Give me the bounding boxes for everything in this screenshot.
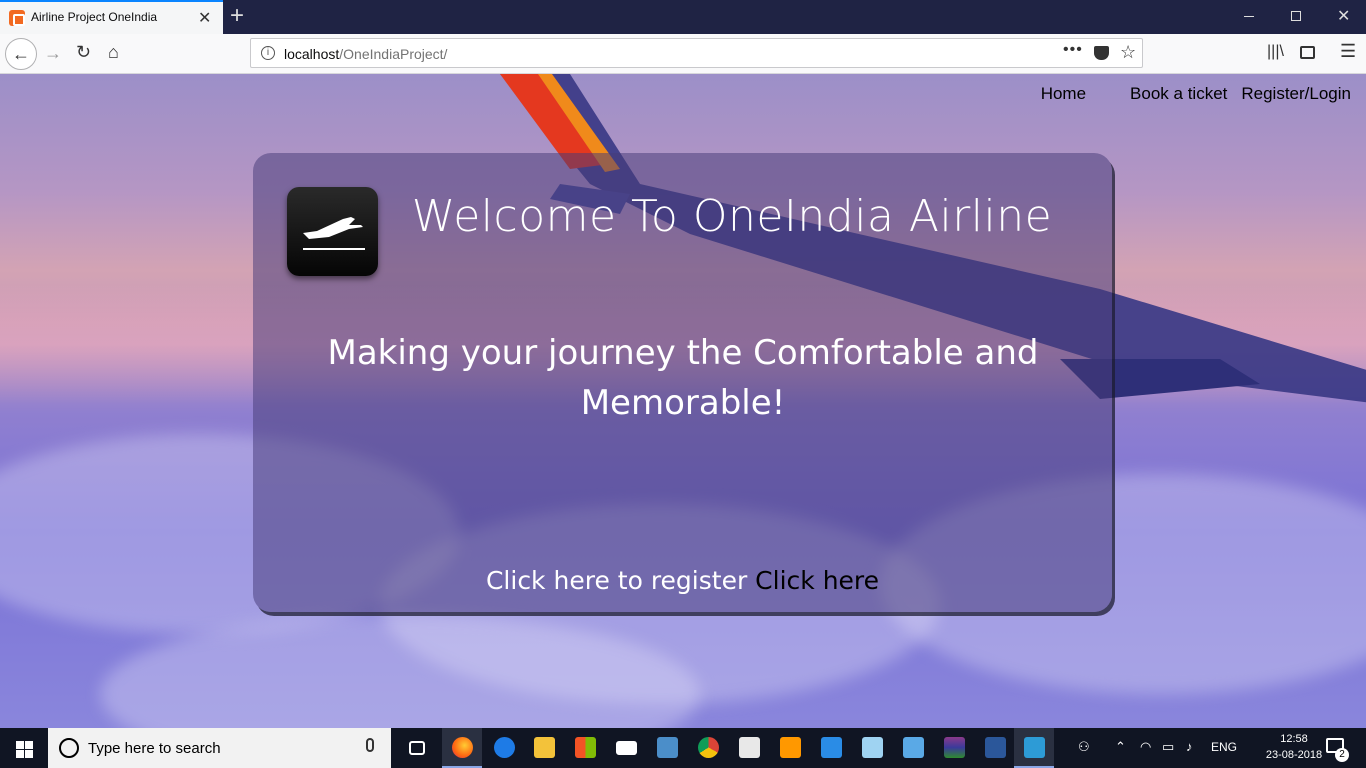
maximize-window-button[interactable] (1291, 11, 1301, 21)
wifi-icon[interactable]: ◠ (1140, 739, 1151, 768)
file-explorer-icon[interactable] (524, 728, 564, 768)
microphone-icon[interactable] (366, 738, 374, 752)
page-title: Welcome To OneIndia Airline (411, 191, 1053, 242)
sublime-icon[interactable] (770, 728, 810, 768)
firefox-icon[interactable] (442, 728, 482, 768)
system-clock[interactable]: 12:58 23-08-2018 (1262, 731, 1326, 763)
vscode-icon[interactable] (811, 728, 851, 768)
show-hidden-icons-chevron-icon[interactable]: ⌃ (1115, 739, 1126, 768)
start-button[interactable] (0, 728, 48, 768)
people-icon[interactable]: ⚇ (1078, 739, 1090, 768)
xampp-favicon-icon (9, 10, 25, 26)
taskbar-search[interactable]: Type here to search (48, 728, 391, 768)
page-actions-icon[interactable]: ••• (1063, 41, 1083, 59)
search-placeholder: Type here to search (88, 740, 221, 757)
register-link[interactable]: Click here (755, 566, 879, 595)
nav-home-link[interactable]: Home (1034, 84, 1093, 104)
register-prompt-text: Click here to register (485, 566, 756, 595)
winrar-icon[interactable] (934, 728, 974, 768)
sidebar-icon[interactable] (1300, 46, 1315, 59)
chrome-icon[interactable] (688, 728, 728, 768)
browser-tab[interactable]: Airline Project OneIndia ✕ (0, 0, 223, 34)
register-prompt: Click here to register Click here (253, 566, 1112, 595)
browser-toolbar: ← → ↻ ⌂ i localhost/OneIndiaProject/ •••… (0, 34, 1366, 74)
page-viewport: Home Book a ticket Register/Login Welcom… (0, 74, 1366, 728)
language-indicator[interactable]: ENG (1211, 740, 1237, 768)
back-button[interactable]: ← (5, 38, 37, 70)
cortana-icon (59, 738, 79, 758)
close-window-button[interactable]: ✕ (1337, 6, 1350, 26)
vmware-icon[interactable] (647, 728, 687, 768)
url-text[interactable]: localhost/OneIndiaProject/ (284, 46, 447, 62)
tagline: Making your journey the Comfortable and … (327, 333, 1039, 423)
url-host: localhost (284, 46, 340, 62)
control-panel-icon[interactable] (893, 728, 933, 768)
reload-button[interactable]: ↻ (76, 42, 91, 63)
brackets-icon[interactable] (1014, 728, 1054, 768)
nav-book-ticket-link[interactable]: Book a ticket (1123, 84, 1234, 104)
url-path: /OneIndiaProject/ (339, 46, 448, 62)
new-tab-button[interactable]: + (230, 3, 244, 29)
clock-date: 23-08-2018 (1265, 749, 1323, 761)
volume-icon[interactable]: ♪ (1186, 739, 1193, 768)
hamburger-menu-icon[interactable]: ☰ (1340, 41, 1356, 62)
site-navigation: Home Book a ticket Register/Login (1034, 84, 1358, 104)
battery-icon[interactable]: ▭ (1162, 739, 1174, 768)
clock-time: 12:58 (1280, 733, 1308, 745)
forward-button[interactable]: → (44, 43, 62, 64)
windows-taskbar: Type here to search ⚇ ⌃ ◠ ▭ ♪ ENG 12:58 … (0, 728, 1366, 768)
store-icon[interactable] (565, 728, 605, 768)
address-bar[interactable]: i localhost/OneIndiaProject/ ••• ☆ (250, 38, 1143, 68)
close-tab-icon[interactable]: ✕ (198, 8, 211, 28)
edge-icon[interactable] (484, 728, 524, 768)
task-view-icon[interactable] (397, 728, 437, 768)
welcome-card: Welcome To OneIndia Airline Making your … (253, 153, 1112, 612)
home-button[interactable]: ⌂ (108, 42, 119, 63)
info-icon[interactable]: i (261, 46, 275, 60)
app-icon[interactable] (852, 728, 892, 768)
bookmark-star-icon[interactable]: ☆ (1120, 42, 1136, 63)
notepad-icon[interactable] (729, 728, 769, 768)
notification-count-badge: 2 (1335, 748, 1349, 762)
browser-tab-bar: Airline Project OneIndia ✕ + ✕ (0, 0, 1366, 34)
word-icon[interactable] (975, 728, 1015, 768)
library-icon[interactable]: |||\ (1267, 43, 1284, 61)
minimize-window-button[interactable] (1244, 8, 1256, 24)
tab-title: Airline Project OneIndia (31, 10, 158, 24)
mail-icon[interactable] (606, 728, 646, 768)
pocket-icon[interactable] (1094, 46, 1109, 60)
nav-register-login-link[interactable]: Register/Login (1234, 84, 1358, 104)
